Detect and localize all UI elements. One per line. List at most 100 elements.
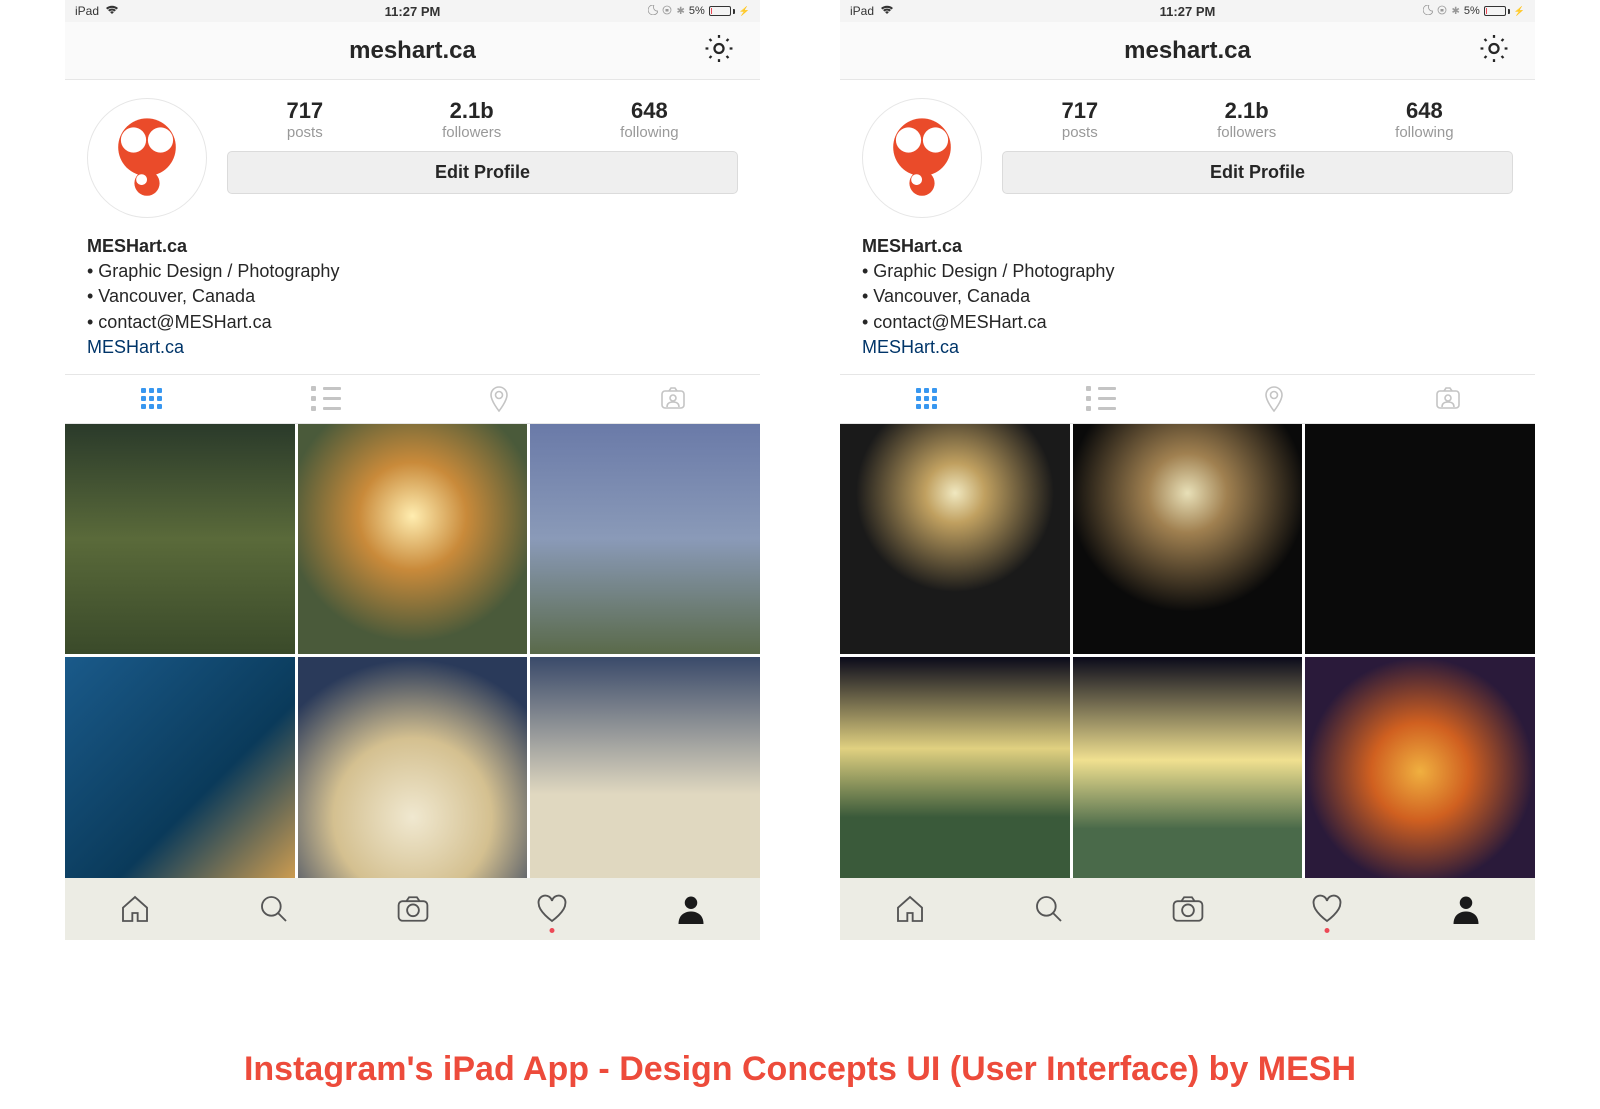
profile-icon (676, 894, 706, 924)
rotation-lock-icon (1437, 5, 1447, 18)
stat-posts[interactable]: 717 posts (1061, 98, 1098, 141)
nav-activity[interactable] (1307, 889, 1347, 929)
tab-places[interactable] (1188, 375, 1362, 423)
battery-icon (1484, 6, 1510, 16)
ipad-screen-right: iPad 11:27 PM ✱ 5% ⚡ meshart.ca (840, 0, 1535, 940)
home-icon (119, 893, 151, 925)
photo-tile[interactable] (298, 657, 528, 887)
nav-camera[interactable] (1168, 889, 1208, 929)
device-label: iPad (75, 4, 99, 18)
tab-tagged[interactable] (1361, 375, 1535, 423)
bio-name: MESHart.ca (862, 234, 1513, 259)
stats-row: 717 posts 2.1b followers 648 following (1002, 98, 1513, 141)
tab-grid[interactable] (840, 375, 1014, 423)
stats-row: 717 posts 2.1b followers 648 following (227, 98, 738, 141)
wifi-icon (105, 4, 119, 18)
photo-tile[interactable] (1305, 657, 1535, 887)
grid-icon (141, 388, 162, 409)
stat-following[interactable]: 648 following (1395, 98, 1453, 141)
search-icon (1033, 893, 1065, 925)
clock: 11:27 PM (1160, 4, 1216, 19)
nav-camera[interactable] (393, 889, 433, 929)
bio-line: • contact@MESHart.ca (862, 310, 1513, 335)
photo-tile[interactable] (530, 424, 760, 654)
bio: MESHart.ca • Graphic Design / Photograph… (840, 228, 1535, 374)
list-icon (311, 386, 341, 411)
ipad-screen-left: iPad 11:27 PM ✱ 5% ⚡ meshart.ca (65, 0, 760, 940)
bio-line: • Graphic Design / Photography (87, 259, 738, 284)
tab-list[interactable] (239, 375, 413, 423)
bottom-nav (840, 878, 1535, 940)
status-bar: iPad 11:27 PM ✱ 5% ⚡ (840, 0, 1535, 22)
nav-home[interactable] (115, 889, 155, 929)
rotation-lock-icon (662, 5, 672, 18)
clock: 11:27 PM (385, 4, 441, 19)
stat-following[interactable]: 648 following (620, 98, 678, 141)
nav-search[interactable] (254, 889, 294, 929)
profile-icon (1451, 894, 1481, 924)
battery-icon (709, 6, 735, 16)
status-bar: iPad 11:27 PM ✱ 5% ⚡ (65, 0, 760, 22)
nav-search[interactable] (1029, 889, 1069, 929)
photo-tile[interactable] (1073, 657, 1303, 887)
avatar[interactable] (862, 98, 982, 218)
bio-line: • Graphic Design / Photography (862, 259, 1513, 284)
settings-button[interactable] (1477, 31, 1511, 70)
grid-icon (916, 388, 937, 409)
charging-icon: ⚡ (1514, 6, 1525, 17)
pin-icon (1262, 385, 1286, 413)
bottom-nav (65, 878, 760, 940)
battery-percent: 5% (1464, 5, 1480, 17)
edit-profile-button[interactable]: Edit Profile (227, 151, 738, 194)
page-title: meshart.ca (349, 37, 476, 65)
tab-tagged[interactable] (586, 375, 760, 423)
camera-icon (1171, 893, 1205, 925)
settings-button[interactable] (702, 31, 736, 70)
photo-tile[interactable] (1305, 424, 1535, 654)
profile-tabs (840, 374, 1535, 424)
profile-tabs (65, 374, 760, 424)
bio-link[interactable]: MESHart.ca (87, 335, 738, 360)
moon-icon (1423, 5, 1433, 18)
bio-link[interactable]: MESHart.ca (862, 335, 1513, 360)
tab-grid[interactable] (65, 375, 239, 423)
photo-tile[interactable] (530, 657, 760, 887)
photo-tile[interactable] (65, 657, 295, 887)
nav-profile[interactable] (671, 889, 711, 929)
avatar[interactable] (87, 98, 207, 218)
nav-home[interactable] (890, 889, 930, 929)
stat-followers[interactable]: 2.1b followers (1217, 98, 1276, 141)
camera-icon (396, 893, 430, 925)
top-bar: meshart.ca (840, 22, 1535, 80)
tagged-icon (1434, 387, 1462, 411)
profile-header: 717 posts 2.1b followers 648 following E… (65, 80, 760, 228)
edit-profile-button[interactable]: Edit Profile (1002, 151, 1513, 194)
list-icon (1086, 386, 1116, 411)
bluetooth-icon: ✱ (676, 6, 684, 17)
tab-places[interactable] (413, 375, 587, 423)
photo-tile[interactable] (65, 424, 295, 654)
page-title: meshart.ca (1124, 37, 1251, 65)
tagged-icon (659, 387, 687, 411)
notification-dot (549, 928, 554, 933)
stat-followers[interactable]: 2.1b followers (442, 98, 501, 141)
tab-list[interactable] (1014, 375, 1188, 423)
photo-grid: 💬2 ♥4 (65, 424, 760, 940)
moon-icon (648, 5, 658, 18)
top-bar: meshart.ca (65, 22, 760, 80)
nav-profile[interactable] (1446, 889, 1486, 929)
nav-activity[interactable] (532, 889, 572, 929)
profile-header: 717 posts 2.1b followers 648 following E… (840, 80, 1535, 228)
heart-icon (1311, 894, 1343, 924)
photo-tile[interactable] (840, 424, 1070, 654)
bio-name: MESHart.ca (87, 234, 738, 259)
wifi-icon (880, 4, 894, 18)
heart-icon (536, 894, 568, 924)
stat-posts[interactable]: 717 posts (286, 98, 323, 141)
photo-tile[interactable] (840, 657, 1070, 887)
search-icon (258, 893, 290, 925)
battery-percent: 5% (689, 5, 705, 17)
photo-tile[interactable] (298, 424, 528, 654)
notification-dot (1324, 928, 1329, 933)
photo-tile[interactable] (1073, 424, 1303, 654)
